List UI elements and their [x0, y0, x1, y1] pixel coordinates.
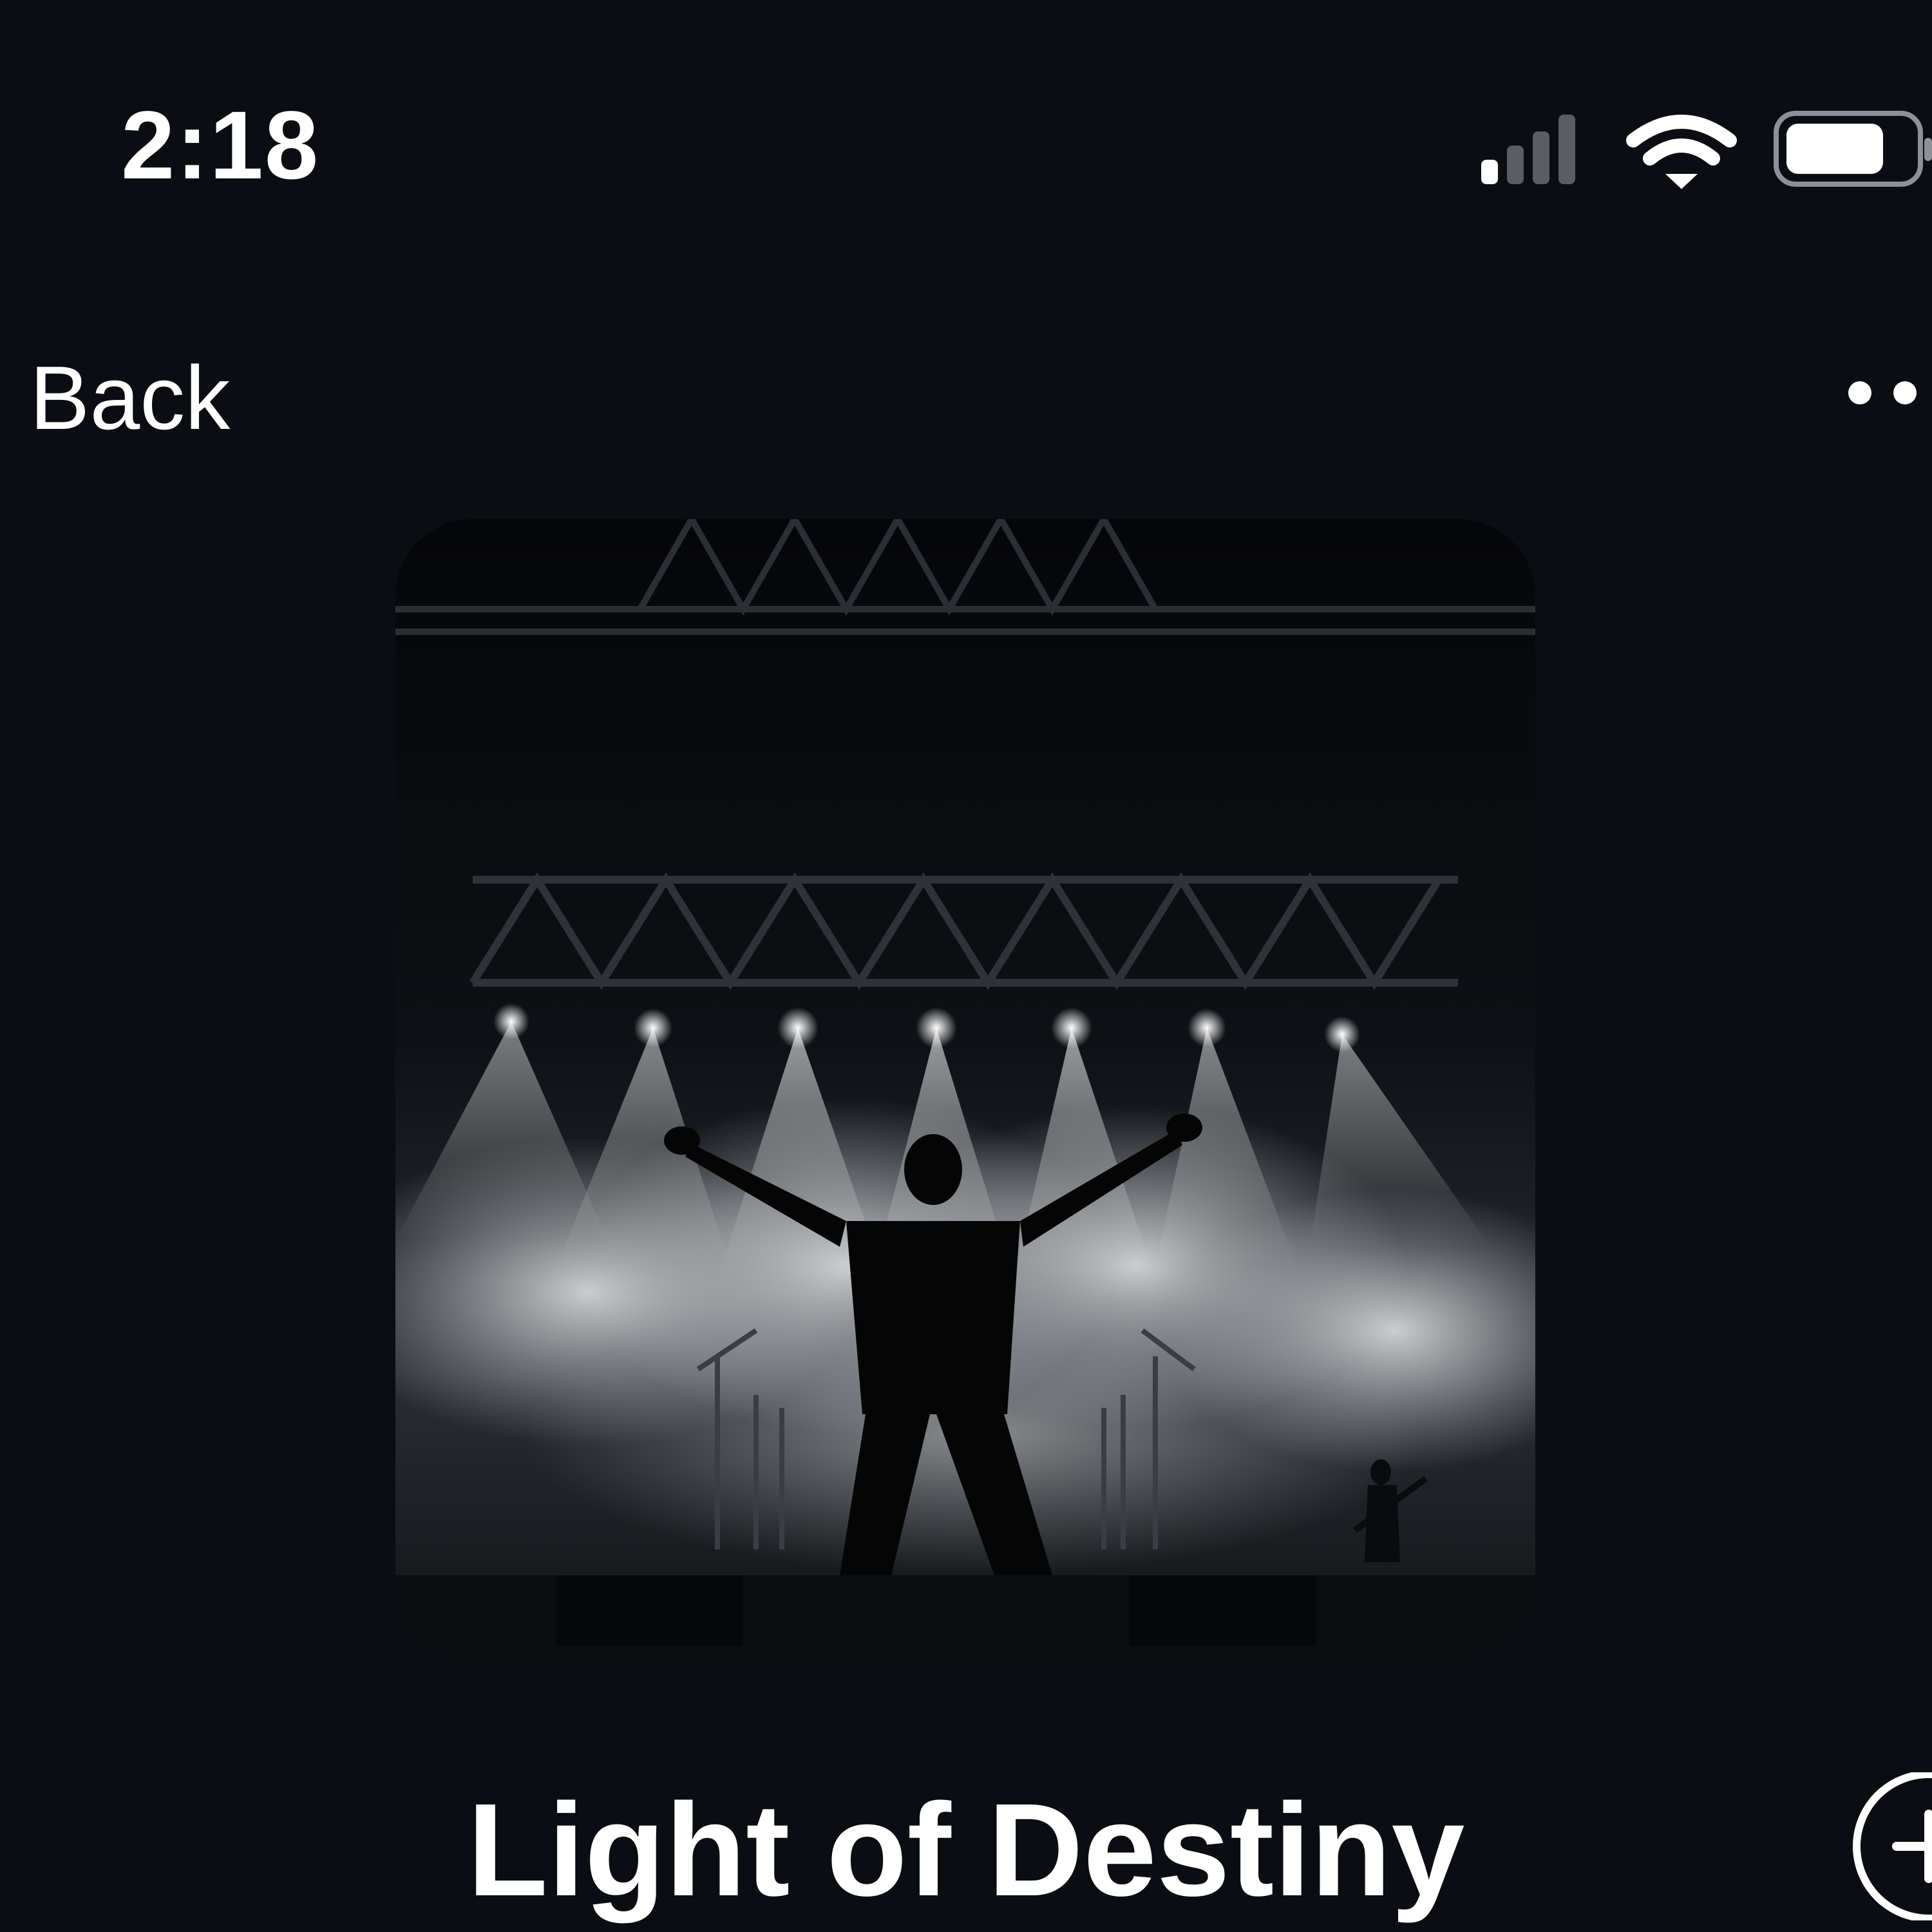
ellipsis-icon[interactable]	[1842, 374, 1932, 412]
battery-icon	[1774, 111, 1932, 187]
status-icons	[1481, 111, 1932, 189]
wifi-icon	[1626, 115, 1737, 189]
plus-circle-icon[interactable]	[1835, 1772, 1932, 1920]
album-artwork-illustration	[395, 519, 1535, 1659]
status-time: 2:18	[121, 91, 320, 199]
cellular-signal-icon	[1481, 115, 1575, 184]
album-artwork	[395, 519, 1535, 1659]
song-title: Light of Destiny	[467, 1776, 1465, 1924]
back-button[interactable]: Back	[30, 353, 230, 443]
now-playing-screen: 2:18 Back Light of Destiny	[0, 0, 1932, 1932]
